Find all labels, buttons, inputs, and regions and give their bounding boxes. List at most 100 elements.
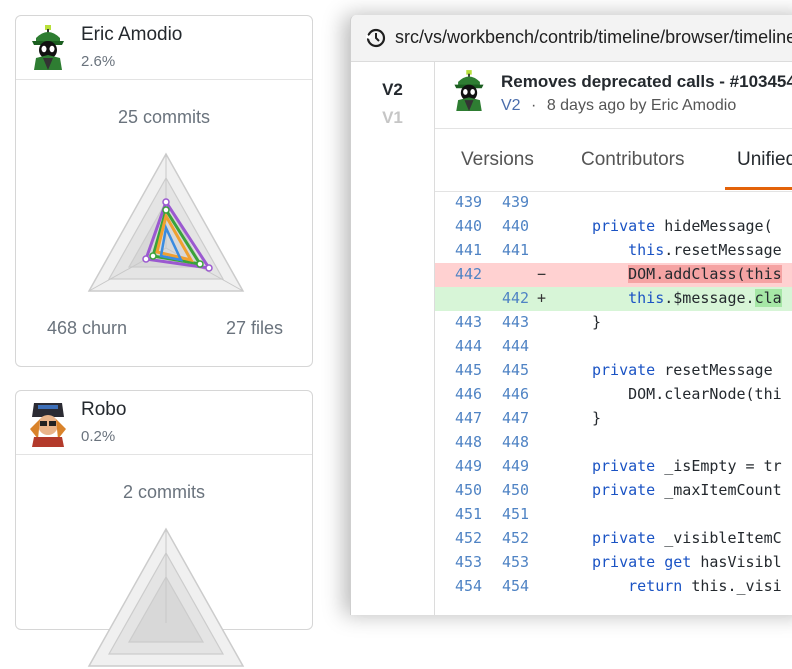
diff-line: 439 439 (435, 191, 792, 215)
new-line-number: 454 (502, 577, 530, 595)
old-line-number: 448 (455, 433, 483, 451)
contributor-percentage: 0.2% (81, 428, 116, 445)
code-text: } (592, 409, 602, 427)
added-code-highlight: cla (754, 289, 782, 307)
robot-avatar-icon (30, 403, 66, 447)
contributor-radar-chart (87, 527, 245, 667)
diff-line-deleted: 442 − DOM.addClass(this (435, 263, 792, 287)
new-line-number: 440 (502, 217, 530, 235)
old-line-number: 440 (455, 217, 483, 235)
deleted-code-highlight: DOM.addClass(this (628, 265, 782, 283)
code-text: private get hasVisibl (592, 553, 782, 571)
new-line-number: 452 (502, 529, 530, 547)
diff-line: 440 440 private hideMessage( (435, 215, 792, 239)
new-line-number: 445 (502, 361, 530, 379)
commit-title[interactable]: Removes deprecated calls - #103454 (501, 72, 792, 92)
timeline-window[interactable]: src/vs/workbench/contrib/timeline/browse… (350, 15, 792, 615)
diff-line: 445 445 private resetMessage (435, 359, 792, 383)
old-line-number: 453 (455, 553, 483, 571)
new-line-number: 439 (502, 193, 530, 211)
contributor-card[interactable]: Robo 0.2% 2 commits (15, 390, 313, 667)
new-line-number: 441 (502, 241, 530, 259)
diff-line: 447 447} (435, 407, 792, 431)
radar-point (162, 206, 170, 214)
code-text: } (592, 313, 602, 331)
code-text: this.$message.cla (628, 289, 782, 307)
version-item-v1[interactable]: V1 (351, 108, 434, 128)
window-titlebar[interactable]: src/vs/workbench/contrib/timeline/browse… (351, 15, 792, 62)
radar-point (142, 255, 150, 263)
diff-line: 446 446 DOM.clearNode(thi (435, 383, 792, 407)
code-text: private _maxItemCount (592, 481, 782, 499)
diff-line: 452 452 private _visibleItemC (435, 527, 792, 551)
code-text: DOM.addClass(this (592, 265, 782, 283)
old-line-number: 441 (455, 241, 483, 259)
commit-meta: V2 · 8 days ago by Eric Amodio (501, 97, 736, 115)
new-line-number: 446 (502, 385, 530, 403)
diff-line-added: 442 + this.$message.cla (435, 287, 792, 311)
old-line-number: 450 (455, 481, 483, 499)
old-line-number: 454 (455, 577, 483, 595)
diff-line: 450 450 private _maxItemCount (435, 479, 792, 503)
new-line-number: 448 (502, 433, 530, 451)
old-line-number: 451 (455, 505, 483, 523)
old-line-number: 443 (455, 313, 483, 331)
martian-avatar-icon (32, 25, 64, 70)
files-count: 27 files (225, 318, 283, 338)
martian-avatar-icon (454, 70, 484, 111)
new-line-number: 444 (502, 337, 530, 355)
radar-point (149, 252, 157, 260)
active-tab-indicator (725, 187, 792, 190)
window-title: src/vs/workbench/contrib/timeline/browse… (395, 27, 792, 47)
tab-versions[interactable]: Versions (461, 149, 534, 171)
new-line-number: 453 (502, 553, 530, 571)
radar-point (162, 198, 170, 206)
old-line-number: 442 (455, 265, 483, 283)
commit-version-link[interactable]: V2 (501, 97, 521, 114)
radar-point (196, 260, 204, 268)
diff-line: 449 449 private _isEmpty = tr (435, 455, 792, 479)
code-text: private hideMessage( (592, 217, 773, 235)
diff-line: 444 444 (435, 335, 792, 359)
contributor-name: Eric Amodio (81, 24, 183, 45)
meta-separator: · (531, 97, 537, 114)
contributor-header: Eric Amodio 2.6% (16, 16, 312, 80)
code-text: private _visibleItemC (592, 529, 782, 547)
old-line-number: 452 (455, 529, 483, 547)
code-text: private _isEmpty = tr (592, 457, 782, 475)
commit-date-author: 8 days ago by Eric Amodio (546, 97, 737, 114)
version-item-v2[interactable]: V2 (351, 80, 434, 100)
commit-count: 2 commits (122, 482, 205, 502)
contributor-card[interactable]: Eric Amodio 2.6% 25 commits 468 churn 27… (15, 15, 313, 367)
new-line-number: 451 (502, 505, 530, 523)
diff-line: 441 441 this.resetMessage (435, 239, 792, 263)
new-line-number: 442 (502, 289, 530, 307)
commit-count: 25 commits (117, 107, 211, 127)
tab-unified[interactable]: Unified (737, 149, 792, 171)
commit-header: Removes deprecated calls - #103454 V2 · … (435, 62, 792, 127)
old-line-number: 439 (455, 193, 483, 211)
radar-point (205, 264, 213, 272)
tab-contributors[interactable]: Contributors (581, 149, 685, 171)
contributor-name: Robo (81, 399, 127, 420)
code-text: this.resetMessage (628, 241, 782, 259)
version-list: V2 V1 (351, 62, 435, 615)
old-line-number: 447 (455, 409, 483, 427)
code-text: DOM.clearNode(thi (592, 385, 782, 403)
code-text: return this._visi (628, 577, 782, 595)
timeline-history-icon (366, 28, 386, 48)
old-line-number: 449 (455, 457, 483, 475)
added-marker: + (537, 289, 547, 307)
diff-line: 453 453 private get hasVisibl (435, 551, 792, 575)
contributor-percentage: 2.6% (81, 53, 116, 70)
commit-detail-panel: Removes deprecated calls - #103454 V2 · … (435, 62, 792, 615)
contributor-header: Robo 0.2% (16, 391, 312, 455)
diff-line: 451 451 (435, 503, 792, 527)
diff-line: 443 443} (435, 311, 792, 335)
new-line-number: 449 (502, 457, 530, 475)
deleted-marker: − (537, 265, 547, 283)
old-line-number: 444 (455, 337, 483, 355)
diff-line: 448 448 (435, 431, 792, 455)
new-line-number: 450 (502, 481, 530, 499)
churn-count: 468 churn (47, 318, 128, 338)
